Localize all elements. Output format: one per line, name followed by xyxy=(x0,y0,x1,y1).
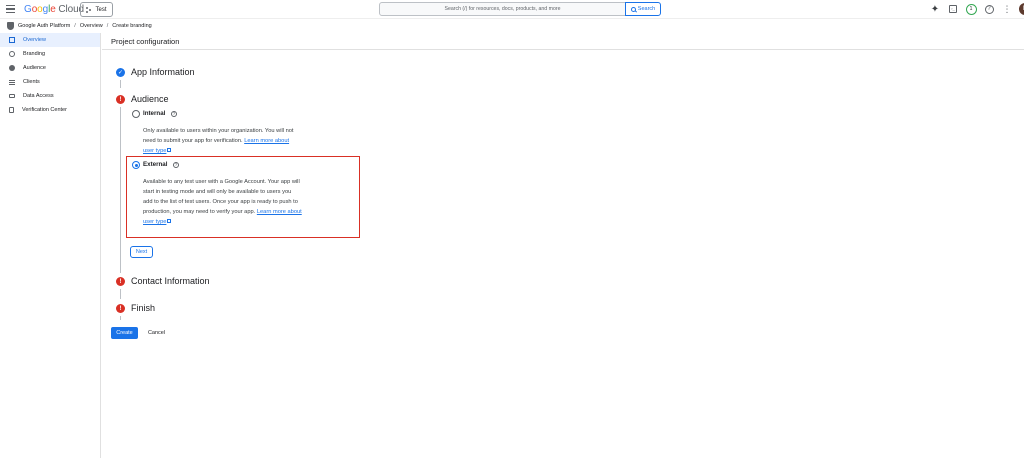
internal-radio[interactable] xyxy=(132,110,140,118)
external-radio[interactable] xyxy=(132,161,140,169)
sidebar-item-verification-center[interactable]: Verification Center xyxy=(0,103,100,117)
dashboard-icon xyxy=(9,37,15,43)
sidebar-item-label: Data Access xyxy=(23,93,54,99)
breadcrumb-item-auth-platform[interactable]: Google Auth Platform xyxy=(18,23,70,29)
search-button-label: Search xyxy=(637,6,656,12)
create-button[interactable]: Create xyxy=(111,327,138,339)
sidebar-item-overview[interactable]: Overview xyxy=(0,33,100,47)
check-circle-icon: ✓ xyxy=(116,68,125,77)
internal-label: Internal xyxy=(143,110,166,117)
sidebar-item-label: Verification Center xyxy=(22,107,67,113)
step-contact-information[interactable]: Contact Information xyxy=(131,276,210,286)
sidebar-item-clients[interactable]: Clients xyxy=(0,75,100,89)
help-icon: ? xyxy=(984,4,994,14)
sidebar-item-label: Branding xyxy=(23,51,46,57)
step-connector xyxy=(120,80,121,88)
gemini-spark-icon[interactable]: ✦ xyxy=(929,3,941,15)
help-button[interactable]: ? xyxy=(983,3,995,15)
project-picker-button[interactable]: Test xyxy=(80,2,113,17)
cancel-button[interactable]: Cancel xyxy=(143,327,170,339)
step-audience[interactable]: Audience xyxy=(131,94,169,104)
top-bar: Google Cloud Test Search (/) for resourc… xyxy=(0,0,1024,19)
page-title: Project configuration xyxy=(102,33,1024,50)
cloud-shell-button[interactable]: ›_ xyxy=(947,3,959,15)
breadcrumb: Google Auth Platform / Overview / Create… xyxy=(7,20,152,32)
user-type-link-internal[interactable]: user type xyxy=(143,148,166,154)
learn-more-link-internal[interactable]: Learn more about xyxy=(244,138,289,144)
search-icon xyxy=(630,6,636,12)
error-icon: ! xyxy=(116,277,125,286)
sidebar-item-audience[interactable]: Audience xyxy=(0,61,100,75)
notification-count: 1 xyxy=(965,3,977,15)
search-input[interactable]: Search (/) for resources, docs, products… xyxy=(379,2,626,16)
notifications-button[interactable]: 1 xyxy=(965,3,977,15)
learn-more-link-external[interactable]: Learn more about xyxy=(257,209,302,215)
external-description: Available to any test user with a Google… xyxy=(143,179,302,225)
internal-description: Only available to users within your orga… xyxy=(143,128,294,154)
step-finish[interactable]: Finish xyxy=(131,303,155,313)
step-connector xyxy=(120,107,121,273)
error-icon: ! xyxy=(116,95,125,104)
list-icon xyxy=(9,79,15,85)
step-connector xyxy=(120,289,121,299)
sidebar-item-data-access[interactable]: Data Access xyxy=(0,89,100,103)
shield-icon xyxy=(7,22,14,30)
breadcrumb-separator: / xyxy=(106,23,109,29)
more-options-icon[interactable]: ⋮ xyxy=(1001,3,1013,15)
sidebar-item-branding[interactable]: Branding xyxy=(0,47,100,61)
error-icon: ! xyxy=(116,304,125,313)
external-link-icon xyxy=(167,148,172,152)
help-circle-icon[interactable]: ? xyxy=(173,162,179,168)
account-avatar[interactable]: N xyxy=(1019,3,1024,15)
palette-icon xyxy=(9,51,15,57)
sidebar-item-label: Clients xyxy=(23,79,40,85)
terminal-icon: ›_ xyxy=(949,5,957,13)
breadcrumb-item-create-branding: Create branding xyxy=(112,23,152,29)
breadcrumb-separator: / xyxy=(74,23,76,29)
breadcrumb-item-overview[interactable]: Overview xyxy=(80,23,103,29)
verification-icon xyxy=(9,107,14,113)
external-link-icon xyxy=(167,219,172,223)
menu-icon[interactable] xyxy=(6,5,15,13)
next-button[interactable]: Next xyxy=(130,246,153,258)
sidebar: Overview Branding Audience Clients Data … xyxy=(0,33,101,458)
step-connector xyxy=(120,316,121,320)
google-cloud-logo[interactable]: Google Cloud xyxy=(24,4,84,15)
sidebar-item-label: Overview xyxy=(23,37,46,43)
project-label: Test xyxy=(95,6,107,13)
user-type-link-external[interactable]: user type xyxy=(143,219,166,225)
step-app-information[interactable]: App Information xyxy=(131,67,195,77)
help-circle-icon[interactable]: ? xyxy=(171,111,177,117)
search-button[interactable]: Search xyxy=(625,2,661,16)
project-icon xyxy=(86,6,92,13)
sidebar-item-label: Audience xyxy=(23,65,46,71)
key-icon xyxy=(9,94,15,98)
external-label: External xyxy=(143,161,168,168)
topbar-actions: ✦ ›_ 1 ? ⋮ N xyxy=(929,3,1024,15)
person-icon xyxy=(9,65,15,71)
